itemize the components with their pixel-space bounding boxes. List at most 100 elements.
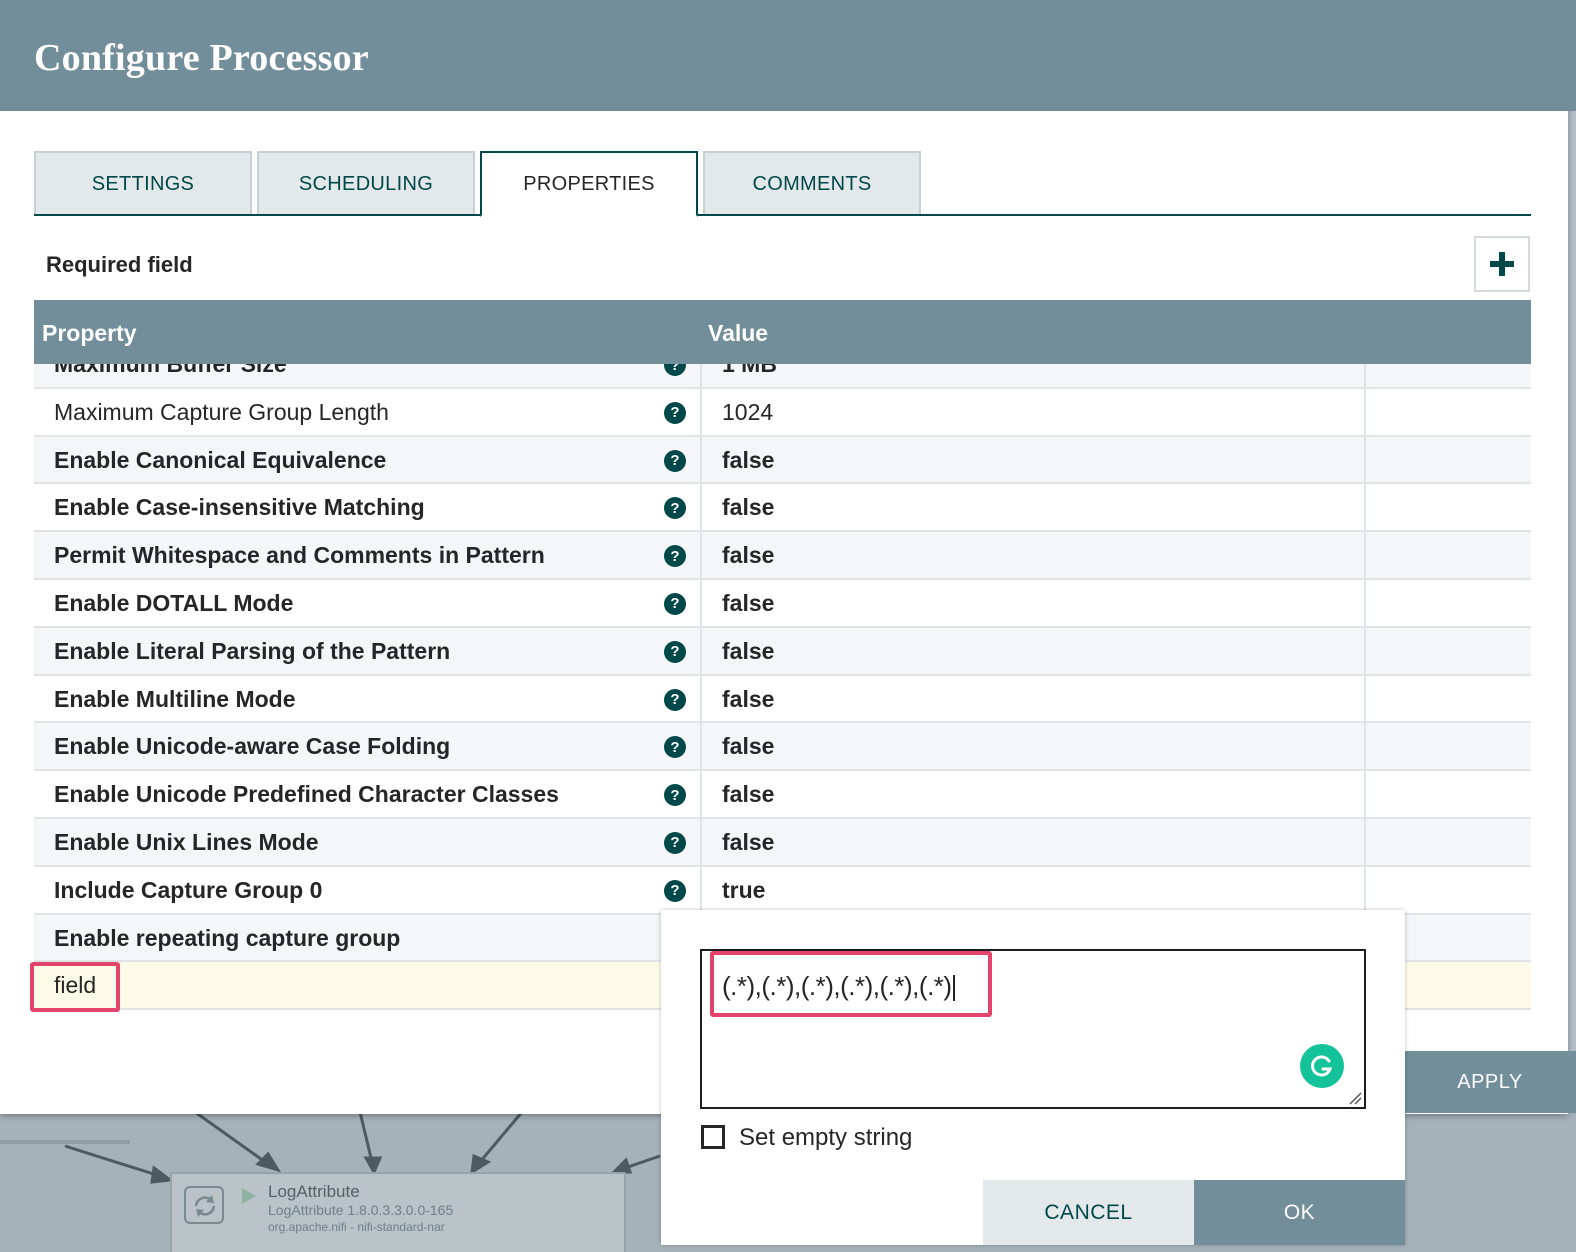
tab-label: PROPERTIES [523, 172, 655, 195]
processor-name: LogAttribute [268, 1182, 360, 1201]
property-value[interactable]: false [722, 494, 774, 521]
property-name: Enable Multiline Mode [54, 685, 296, 712]
property-value[interactable]: true [722, 877, 765, 904]
table-row[interactable]: Permit Whitespace and Comments in Patter… [34, 532, 1531, 580]
property-name: Enable Unicode Predefined Character Clas… [54, 781, 559, 808]
property-name: Include Capture Group 0 [54, 876, 323, 903]
table-row[interactable]: Enable Unicode-aware Case Folding? false [34, 723, 1531, 772]
processor-log-attribute[interactable]: LogAttribute LogAttribute 1.8.0.3.3.0.0-… [170, 1172, 626, 1252]
column-divider [1364, 388, 1366, 435]
ok-button[interactable]: OK [1194, 1180, 1405, 1245]
arrow-head [470, 1153, 492, 1175]
help-icon[interactable]: ? [664, 640, 686, 663]
column-divider [1364, 866, 1366, 913]
help-icon[interactable]: ? [664, 592, 686, 615]
column-divider [1364, 723, 1366, 770]
property-name: Enable DOTALL Mode [54, 589, 294, 616]
connection-line [358, 1112, 374, 1163]
tab-label: SCHEDULING [298, 173, 434, 195]
property-value[interactable]: false [722, 733, 774, 760]
property-name: Enable Case-insensitive Matching [54, 494, 425, 521]
tab-label: COMMENTS [752, 173, 872, 195]
help-icon[interactable]: ? [664, 401, 686, 424]
arrow-head [610, 1157, 633, 1174]
property-name: Enable repeating capture group [54, 924, 401, 951]
column-divider [1364, 436, 1366, 483]
column-divider [700, 579, 702, 626]
table-row[interactable]: Enable Multiline Mode? false [34, 675, 1531, 724]
property-value[interactable]: false [722, 781, 774, 808]
processor-icon [184, 1186, 224, 1224]
property-name: Enable Unicode-aware Case Folding [54, 733, 451, 760]
table-row[interactable]: Enable Literal Parsing of the Pattern? fa… [34, 627, 1531, 676]
arrow-head [255, 1151, 282, 1173]
property-name: Permit Whitespace and Comments in Patter… [54, 542, 545, 569]
property-value[interactable]: false [722, 447, 774, 474]
processor-bundle: org.apache.nifi - nifi-standard-nar [268, 1220, 445, 1234]
property-name: Enable Literal Parsing of the Pattern [54, 637, 451, 664]
property-value[interactable]: false [722, 829, 774, 856]
table-row[interactable]: Enable Unix Lines Mode? false [34, 818, 1531, 867]
table-row[interactable]: Include Capture Group 0? true [34, 866, 1531, 915]
column-divider [1364, 627, 1366, 674]
property-value-editor: (.*),(.*),(.*),(.*),(.*),(.*) Set empty … [661, 910, 1405, 1245]
apply-button[interactable]: APPLY [1404, 1051, 1576, 1113]
tab-comments[interactable]: COMMENTS [703, 151, 921, 216]
add-property-button[interactable] [1474, 236, 1530, 292]
property-value[interactable]: false [722, 542, 774, 569]
column-divider [700, 436, 702, 483]
required-field-label: Required field [46, 252, 193, 277]
column-divider [700, 723, 702, 770]
arrow-head [150, 1165, 174, 1184]
tab-scheduling[interactable]: SCHEDULING [257, 151, 475, 216]
help-icon[interactable]: ? [664, 545, 686, 568]
column-divider [700, 866, 702, 913]
property-name: Maximum Capture Group Length [54, 398, 389, 425]
help-icon[interactable]: ? [664, 497, 686, 520]
processor-type: LogAttribute 1.8.0.3.3.0.0-165 [268, 1202, 454, 1218]
property-value[interactable]: false [722, 686, 774, 713]
value-column-header: Value [708, 320, 769, 346]
table-row[interactable]: Enable Case-insensitive Matching? false [34, 484, 1531, 533]
table-row[interactable]: Enable Unicode Predefined Character Clas… [34, 771, 1531, 819]
help-icon[interactable]: ? [664, 879, 686, 902]
property-value[interactable]: false [722, 590, 774, 617]
tab-underline [34, 214, 1531, 216]
table-header: Property Value [34, 300, 1531, 364]
table-row[interactable]: Enable DOTALL Mode? false [34, 579, 1531, 628]
column-divider [700, 818, 702, 865]
column-divider [700, 627, 702, 674]
column-divider [700, 484, 702, 531]
help-icon[interactable]: ? [664, 688, 686, 711]
column-divider [1364, 532, 1366, 578]
table-row[interactable]: Maximum Capture Group Length? 1024 [34, 388, 1531, 437]
tab-label: SETTINGS [91, 173, 195, 195]
resize-grip-icon[interactable] [1348, 1091, 1362, 1105]
dialog-header: Configure Processor [0, 0, 1576, 111]
tab-settings[interactable]: SETTINGS [34, 151, 252, 216]
help-icon[interactable]: ? [664, 736, 686, 759]
properties-table: Property Value Maximum Buffer Size? 1 MB M… [34, 300, 1531, 1012]
tab-properties[interactable]: PROPERTIES [480, 151, 698, 217]
column-divider [1364, 818, 1366, 865]
set-empty-string-checkbox[interactable] [701, 1125, 725, 1149]
column-divider [700, 532, 702, 578]
column-divider [1364, 579, 1366, 626]
property-value[interactable]: 1024 [722, 399, 773, 426]
help-icon[interactable]: ? [664, 784, 686, 807]
connection-line [64, 1144, 161, 1178]
set-empty-string-label: Set empty string [739, 1124, 913, 1151]
cancel-button[interactable]: CANCEL [983, 1180, 1194, 1245]
connection-line [624, 1154, 661, 1170]
help-icon[interactable]: ? [664, 831, 686, 854]
column-divider [1364, 771, 1366, 817]
column-divider [700, 675, 702, 722]
help-icon[interactable]: ? [664, 449, 686, 472]
grammarly-icon[interactable] [1300, 1044, 1344, 1088]
field-annotation-box [30, 962, 120, 1012]
dialog-title: Configure Processor [34, 37, 369, 79]
connection-line [194, 1112, 269, 1166]
table-row[interactable]: Enable Canonical Equivalence? false [34, 436, 1531, 485]
property-value[interactable]: false [722, 638, 774, 665]
property-name: Enable Canonical Equivalence [54, 446, 387, 473]
